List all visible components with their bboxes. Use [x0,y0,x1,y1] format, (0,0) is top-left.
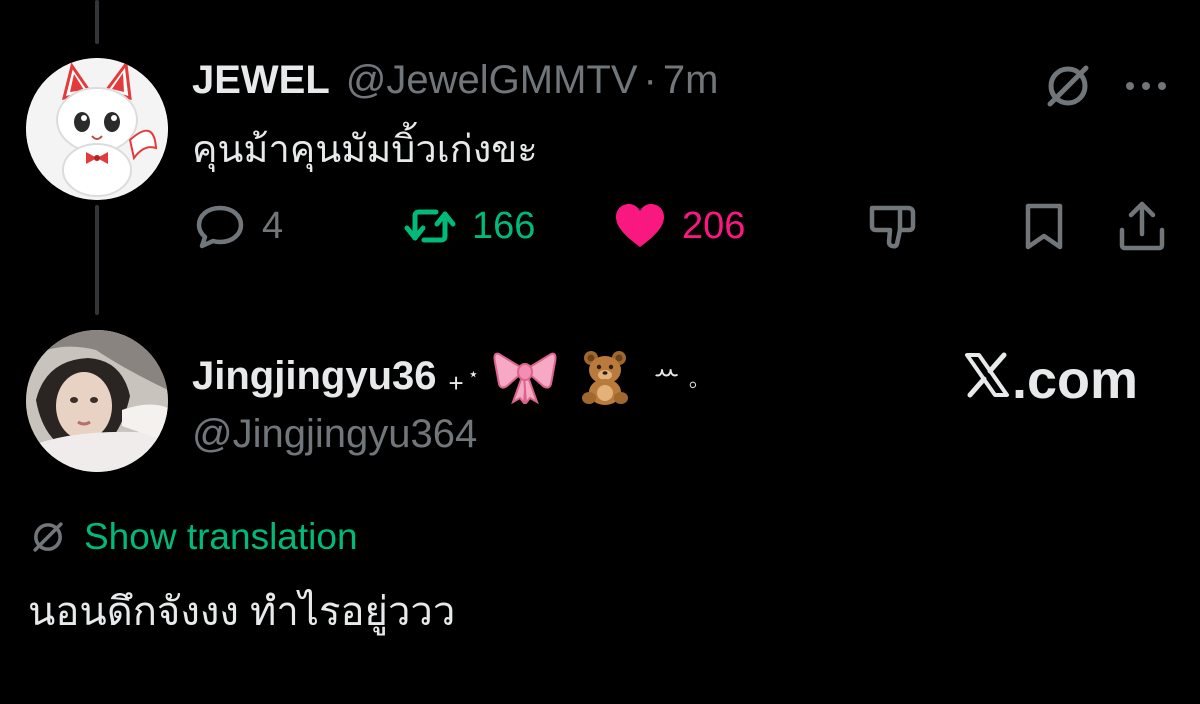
translate-off-icon[interactable] [1040,58,1096,114]
tweet-action-bar: 4 166 206 [192,196,1182,256]
like-button[interactable]: 206 [612,196,745,256]
plus-sparkle: + [448,367,464,398]
tweet-text: คุนม้าคุนมัมบิ้วเก่งขะ [192,129,538,171]
more-icon[interactable] [1118,76,1174,96]
reply-avatar[interactable] [26,330,168,472]
separator-dot: · [643,58,657,102]
like-count: 206 [682,204,746,247]
reply-icon [196,205,244,249]
reply-text: นอนดึกจังงง ทำไรอยู่ววว [28,590,456,634]
x-com-watermark: .com [964,350,1138,410]
name-decorations: + ⋆ ꕀ ◦ [448,346,698,406]
loop-sparkle: ꕀ [652,355,681,388]
thread-line-connector [95,205,99,315]
star-sparkle: ⋆ [467,363,479,384]
show-translation-button[interactable]: Show translation [28,514,358,560]
tweet-timestamp[interactable]: 7m [663,56,719,104]
reply-name-line: Jingjingyu36 + ⋆ ꕀ ◦ [192,346,697,406]
jewel-avatar[interactable] [26,58,168,200]
share-button[interactable] [1114,196,1170,256]
bookmark-button[interactable] [1016,196,1072,256]
teddy-bear-icon [575,346,635,406]
show-translation-label[interactable]: Show translation [84,514,358,560]
reply-author-handle[interactable]: @Jingjingyu364 [192,410,477,458]
author-name[interactable]: JEWEL [192,56,330,104]
retweet-icon [404,209,456,243]
tweet-top-icons [1040,58,1174,114]
profile-photo-avatar-icon [26,330,168,472]
reply-count: 4 [262,204,284,247]
reply-button[interactable]: 4 [192,196,283,256]
small-circle-sparkle: ◦ [688,368,698,399]
thumbs-down-icon [869,205,916,249]
watermark-text: .com [1012,350,1139,410]
retweet-button[interactable]: 166 [402,196,535,256]
ribbon-bow-icon [493,348,557,404]
dislike-button[interactable] [864,196,920,256]
share-icon [1119,201,1165,251]
bookmark-icon [1025,203,1063,250]
thread-line-top [95,0,99,44]
x-logo-icon [964,350,1010,410]
white-cat-plush-avatar-icon [26,58,168,200]
tweet-header: JEWEL @JewelGMMTV · 7m [192,56,718,104]
reply-author-name[interactable]: Jingjingyu36 [192,352,437,400]
heart-filled-icon [616,204,664,247]
retweet-count: 166 [472,204,536,247]
translate-off-icon [33,522,63,552]
author-handle[interactable]: @JewelGMMTV [346,56,638,104]
